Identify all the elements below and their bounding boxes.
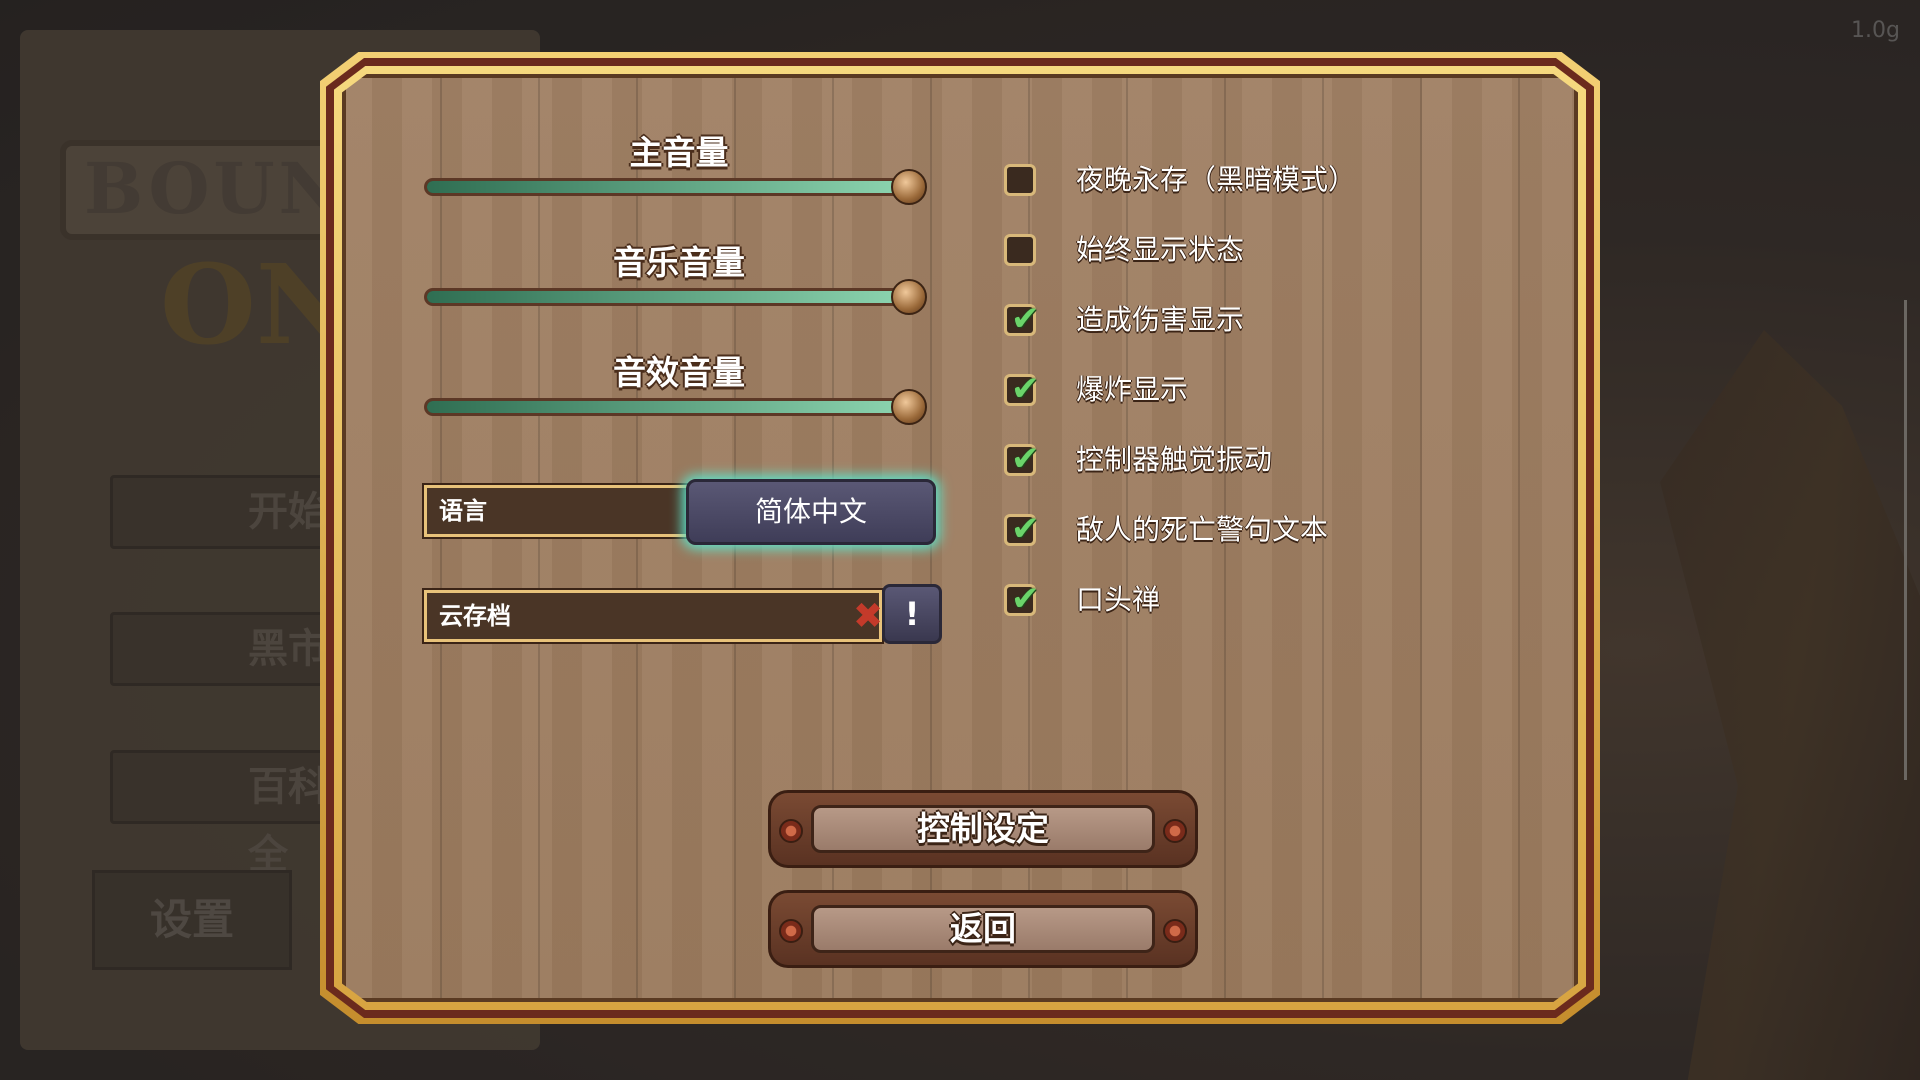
checkbox[interactable]: ✔: [1004, 234, 1036, 266]
cloud-save-info-button[interactable]: !: [882, 584, 942, 644]
check-icon: ✔: [1011, 299, 1040, 339]
option-label: 控制器触觉振动: [1076, 443, 1273, 476]
music-volume-fill: [427, 291, 913, 303]
checkbox[interactable]: ✔: [1004, 509, 1040, 549]
cloud-save-label: 云存档: [439, 602, 511, 630]
option-dark-mode[interactable]: ✔ 夜晚永存（黑暗模式）: [1004, 160, 1464, 200]
option-always-show-status[interactable]: ✔ 始终显示状态: [1004, 230, 1464, 270]
sfx-volume-label: 音效音量: [613, 353, 745, 392]
option-label: 夜晚永存（黑暗模式）: [1076, 163, 1357, 196]
master-volume-fill: [427, 181, 913, 193]
checkbox[interactable]: ✔: [1004, 439, 1040, 479]
cloud-save-row: 云存档 ✖: [424, 590, 883, 642]
music-volume-block: 音乐音量: [424, 242, 934, 315]
check-icon: ✔: [1011, 509, 1040, 549]
master-volume-slider[interactable]: [424, 169, 927, 205]
option-damage-display[interactable]: ✔ 造成伤害显示: [1004, 299, 1464, 340]
back-label: 返回: [811, 905, 1155, 953]
checkbox[interactable]: ✔: [1004, 369, 1040, 409]
music-volume-slider[interactable]: [424, 279, 927, 315]
option-controller-vibration[interactable]: ✔ 控制器触觉振动: [1004, 439, 1464, 480]
option-enemy-death-text[interactable]: ✔ 敌人的死亡警句文本: [1004, 509, 1464, 550]
panel-wood-surface: 主音量 音乐音量 音效音量 语言 简体中文 云存档 ✖ ! 夜晚永存（黑暗模式）…: [342, 74, 1578, 1002]
master-volume-label: 主音量: [629, 133, 729, 172]
button-stud: [1163, 819, 1187, 843]
option-catchphrase[interactable]: ✔ 口头禅: [1004, 579, 1464, 620]
back-button[interactable]: 返回: [768, 890, 1198, 968]
language-row: 语言: [424, 485, 692, 537]
option-label: 始终显示状态: [1076, 233, 1245, 266]
option-label: 口头禅: [1076, 583, 1161, 616]
option-label: 爆炸显示: [1076, 373, 1189, 406]
language-select-button[interactable]: 简体中文: [686, 479, 936, 545]
check-icon: ✔: [1011, 369, 1040, 409]
option-label: 敌人的死亡警句文本: [1076, 513, 1329, 546]
sfx-volume-fill: [427, 401, 913, 413]
sfx-volume-block: 音效音量: [424, 352, 934, 425]
settings-panel: 主音量 音乐音量 音效音量 语言 简体中文 云存档 ✖ ! 夜晚永存（黑暗模式）…: [320, 52, 1600, 1024]
language-label: 语言: [439, 497, 487, 525]
controls-settings-button[interactable]: 控制设定: [768, 790, 1198, 868]
music-volume-label: 音乐音量: [613, 243, 745, 282]
panel-frame-gold: 主音量 音乐音量 音效音量 语言 简体中文 云存档 ✖ ! 夜晚永存（黑暗模式）…: [334, 66, 1586, 1010]
check-icon: ✔: [1011, 439, 1040, 479]
button-stud: [1163, 919, 1187, 943]
master-volume-knob[interactable]: [891, 169, 927, 205]
check-icon: ✔: [1011, 579, 1040, 619]
music-volume-knob[interactable]: [891, 279, 927, 315]
button-stud: [779, 819, 803, 843]
option-explosion-display[interactable]: ✔ 爆炸显示: [1004, 369, 1464, 410]
button-stud: [779, 919, 803, 943]
sfx-volume-knob[interactable]: [891, 389, 927, 425]
checkbox[interactable]: ✔: [1004, 299, 1040, 339]
checkbox[interactable]: ✔: [1004, 164, 1036, 196]
checkbox[interactable]: ✔: [1004, 579, 1040, 619]
panel-frame-inner: 主音量 音乐音量 音效音量 语言 简体中文 云存档 ✖ ! 夜晚永存（黑暗模式）…: [326, 58, 1594, 1018]
master-volume-block: 主音量: [424, 132, 934, 205]
option-label: 造成伤害显示: [1076, 303, 1245, 336]
controls-settings-label: 控制设定: [811, 805, 1155, 853]
sfx-volume-slider[interactable]: [424, 389, 927, 425]
